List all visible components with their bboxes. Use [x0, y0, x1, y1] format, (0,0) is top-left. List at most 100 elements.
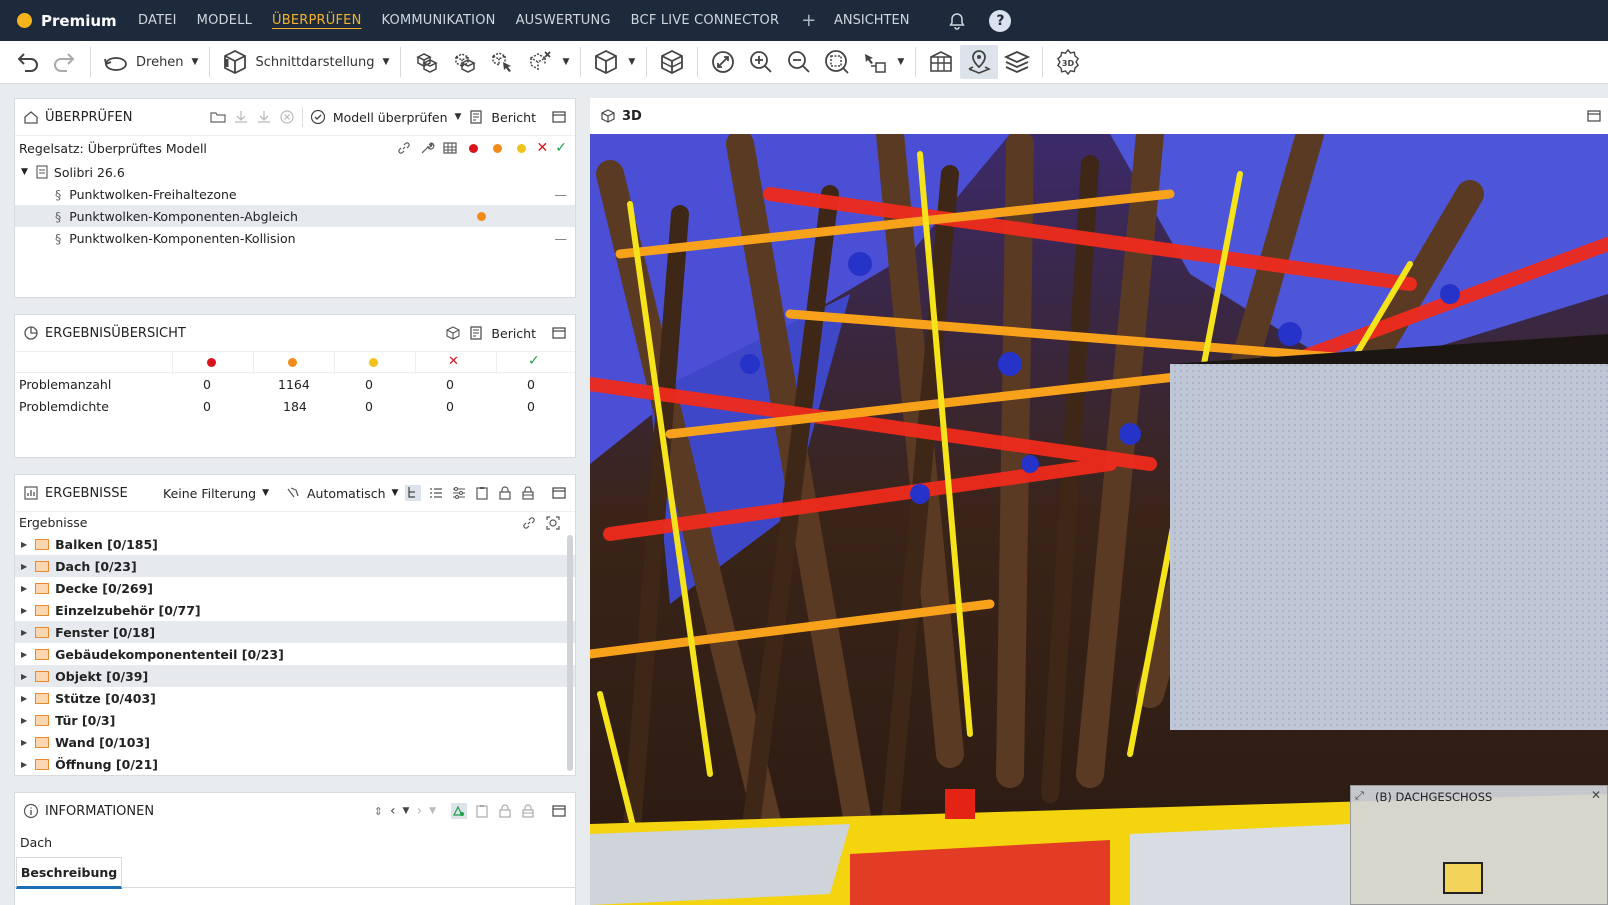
- rotate-button[interactable]: Drehen ▼: [97, 45, 203, 79]
- zoom-in-button[interactable]: [742, 45, 780, 79]
- report-icon[interactable]: [468, 325, 484, 341]
- expand-icon[interactable]: ▶: [21, 716, 27, 725]
- rule-row-selected[interactable]: § Punktwolken-Komponenten-Abgleich: [15, 205, 575, 227]
- chevron-down-icon[interactable]: ▼: [403, 806, 410, 816]
- measure-button[interactable]: ▼: [856, 45, 909, 79]
- select-components-button[interactable]: [483, 45, 521, 79]
- layers-button[interactable]: [998, 45, 1036, 79]
- hide-components-button[interactable]: [445, 45, 483, 79]
- results-scrollbar[interactable]: [567, 535, 573, 771]
- minimap[interactable]: (B) DACHGESCHOSS ⤢ ✕: [1350, 785, 1608, 905]
- clipboard-icon[interactable]: [474, 803, 490, 819]
- chevron-down-icon[interactable]: ▼: [192, 57, 199, 67]
- section-view-button[interactable]: Schnittdarstellung ▼: [216, 45, 394, 79]
- expand-icon[interactable]: ▶: [21, 672, 27, 681]
- list-view-icon[interactable]: [428, 485, 444, 501]
- result-item[interactable]: ▶ Gebäudekomponententeil [0/23]: [15, 643, 575, 665]
- layers-cube-button[interactable]: [653, 45, 691, 79]
- wrench-icon[interactable]: [419, 140, 435, 156]
- lock-icon[interactable]: [497, 485, 513, 501]
- menu-ansichten[interactable]: ANSICHTEN: [834, 13, 909, 28]
- focus-icon[interactable]: [545, 515, 561, 531]
- rule-row[interactable]: § Punktwolken-Komponenten-Kollision —: [15, 227, 575, 249]
- tree-root-row[interactable]: ▼ Solibri 26.6: [15, 161, 575, 183]
- 3d-settings-button[interactable]: 3D: [1049, 45, 1087, 79]
- menu-bcf-live-connector[interactable]: BCF LIVE CONNECTOR: [621, 13, 790, 28]
- expand-icon[interactable]: ▶: [21, 562, 27, 571]
- result-item[interactable]: ▶ Balken [0/185]: [15, 533, 575, 555]
- menu-auswertung[interactable]: AUSWERTUNG: [506, 13, 621, 28]
- filter-dropdown[interactable]: Keine Filterung: [163, 486, 256, 501]
- result-item[interactable]: ▶ Wand [0/103]: [15, 731, 575, 753]
- result-item[interactable]: ▶ Objekt [0/39]: [15, 665, 575, 687]
- result-item[interactable]: ▶ Decke [0/269]: [15, 577, 575, 599]
- chevron-down-icon[interactable]: ▼: [429, 806, 436, 816]
- menu-datei[interactable]: DATEI: [128, 13, 187, 28]
- show-components-button[interactable]: [407, 45, 445, 79]
- zoom-extent-button[interactable]: [704, 45, 742, 79]
- expand-icon[interactable]: ▶: [21, 540, 27, 549]
- panel-maximize-icon[interactable]: [551, 109, 567, 125]
- link-icon[interactable]: [396, 140, 412, 156]
- chevron-left-icon[interactable]: ‹: [390, 803, 396, 819]
- expand-icon[interactable]: ▶: [21, 628, 27, 637]
- clear-icon[interactable]: [279, 109, 295, 125]
- accepted-icon[interactable]: ✓: [555, 140, 567, 156]
- expand-icon[interactable]: ▶: [21, 584, 27, 593]
- chevron-down-icon[interactable]: ▼: [392, 488, 399, 498]
- rule-row[interactable]: § Punktwolken-Freihaltezone —: [15, 183, 575, 205]
- filter-components-button[interactable]: ▼: [521, 45, 574, 79]
- highlight-icon[interactable]: [451, 803, 467, 819]
- lock-icon[interactable]: [497, 803, 513, 819]
- undo-button[interactable]: [8, 45, 46, 79]
- expand-icon[interactable]: ▶: [21, 694, 27, 703]
- location-button[interactable]: [960, 45, 999, 79]
- report-button[interactable]: Bericht: [491, 326, 536, 341]
- result-item[interactable]: ▶ Fenster [0/18]: [15, 621, 575, 643]
- expand-icon[interactable]: ▶: [21, 738, 27, 747]
- folder-icon[interactable]: [210, 109, 226, 125]
- expand-icon[interactable]: ▶: [21, 650, 27, 659]
- chevron-down-icon[interactable]: ▼: [262, 488, 269, 498]
- add-tab-icon[interactable]: +: [789, 10, 828, 31]
- help-icon[interactable]: ?: [989, 9, 1012, 32]
- zoom-out-button[interactable]: [780, 45, 818, 79]
- zoom-selection-button[interactable]: [818, 45, 856, 79]
- yellow-severity-icon[interactable]: [516, 143, 526, 153]
- result-item[interactable]: ▶ Tür [0/3]: [15, 709, 575, 731]
- redo-button[interactable]: [46, 45, 84, 79]
- chevron-down-icon[interactable]: ▼: [562, 57, 569, 67]
- tree-view-icon[interactable]: [405, 485, 421, 501]
- expand-icon[interactable]: ▶: [21, 760, 27, 769]
- link-icon[interactable]: [521, 515, 537, 531]
- report-button[interactable]: Bericht: [491, 110, 536, 125]
- lock-alt-icon[interactable]: [520, 485, 536, 501]
- panel-maximize-icon[interactable]: [551, 803, 567, 819]
- check-model-button[interactable]: Modell überprüfen: [333, 110, 448, 125]
- clipboard-icon[interactable]: [474, 485, 490, 501]
- orange-severity-icon[interactable]: [492, 143, 502, 153]
- result-item[interactable]: ▶ Dach [0/23]: [15, 555, 575, 577]
- chevron-down-icon[interactable]: ▼: [383, 57, 390, 67]
- download-alt-icon[interactable]: [256, 109, 272, 125]
- panel-maximize-icon[interactable]: [551, 485, 567, 501]
- settings-list-icon[interactable]: [451, 485, 467, 501]
- panel-maximize-icon[interactable]: [1586, 108, 1602, 124]
- rejected-icon[interactable]: ✕: [537, 140, 549, 156]
- chevron-right-icon[interactable]: ›: [416, 803, 422, 819]
- chevron-down-icon[interactable]: ▼: [628, 57, 635, 67]
- expand-icon[interactable]: ▶: [21, 606, 27, 615]
- panel-maximize-icon[interactable]: [551, 325, 567, 341]
- check-circle-icon[interactable]: [310, 109, 326, 125]
- close-icon[interactable]: ✕: [1591, 788, 1601, 802]
- bell-icon[interactable]: [947, 11, 967, 31]
- auto-dropdown[interactable]: Automatisch: [307, 486, 386, 501]
- result-item[interactable]: ▶ Stütze [0/403]: [15, 687, 575, 709]
- tab-beschreibung[interactable]: Beschreibung: [16, 857, 122, 889]
- sort-icon[interactable]: ⇕: [374, 805, 383, 818]
- menu-ueberpruefen[interactable]: ÜBERPRÜFEN: [262, 13, 371, 28]
- download-icon[interactable]: [233, 109, 249, 125]
- tree-expanded-icon[interactable]: ▼: [21, 167, 28, 177]
- chevron-down-icon[interactable]: ▼: [455, 112, 462, 122]
- lock-alt-icon[interactable]: [520, 803, 536, 819]
